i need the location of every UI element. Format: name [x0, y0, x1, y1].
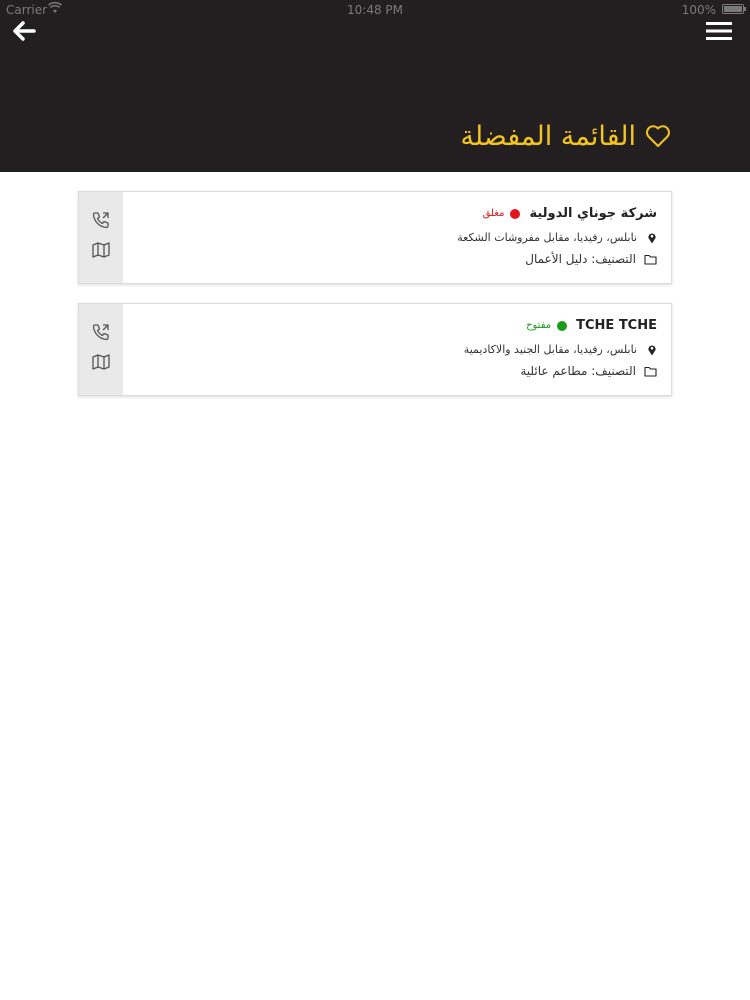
menu-button[interactable]	[706, 20, 732, 42]
card-actions	[79, 192, 123, 283]
arrow-left-icon	[13, 21, 36, 41]
company-name[interactable]: TCHE TCHE	[576, 318, 657, 333]
phone-icon	[92, 324, 109, 341]
address-text: نابلس، رفيديا، مقابل مفروشات الشكعة	[457, 231, 637, 244]
status-dot	[557, 320, 568, 331]
category-text: التصنيف: دليل الأعمال	[525, 252, 636, 266]
address-row: نابلس، رفيديا، مقابل مفروشات الشكعة	[457, 231, 657, 244]
favorite-card[interactable]: شركة جوناي الدولية مغلق نابلس، رفيديا، م…	[78, 191, 672, 284]
map-pin-icon	[648, 345, 656, 355]
back-button[interactable]	[12, 18, 38, 44]
map-button[interactable]	[91, 240, 111, 260]
status-bar: Carrier 10:48 PM 100%	[0, 0, 750, 20]
page-title: القائمة المفضلة	[460, 120, 636, 152]
status-dot	[510, 208, 521, 219]
status-badge: مفتوح	[526, 320, 552, 331]
map-button[interactable]	[91, 352, 111, 372]
heart-outline-icon	[646, 125, 670, 147]
card-actions	[79, 304, 123, 395]
folder-icon	[644, 254, 657, 265]
card-title-row: TCHE TCHE مفتوح	[526, 318, 657, 333]
map-icon	[92, 354, 110, 370]
category-row: التصنيف: دليل الأعمال	[525, 252, 657, 266]
map-pin-icon	[648, 233, 656, 243]
category-row: التصنيف: مطاعم عائلية	[520, 364, 657, 378]
page-title-wrap: القائمة المفضلة	[460, 116, 672, 156]
favorite-card[interactable]: TCHE TCHE مفتوح نابلس، رفيديا، مقابل الج…	[78, 303, 672, 396]
hamburger-menu-icon	[706, 22, 732, 40]
battery-label: 100%	[681, 3, 716, 17]
address-text: نابلس، رفيديا، مقابل الجنيد والاكاديمية	[463, 343, 637, 356]
call-button[interactable]	[91, 322, 111, 342]
status-badge: مغلق	[482, 208, 505, 219]
clock-label: 10:48 PM	[347, 3, 403, 17]
map-icon	[92, 242, 110, 258]
category-text: التصنيف: مطاعم عائلية	[520, 364, 636, 378]
address-row: نابلس، رفيديا، مقابل الجنيد والاكاديمية	[464, 343, 657, 356]
battery-icon	[722, 4, 746, 14]
phone-icon	[92, 212, 109, 229]
company-name[interactable]: شركة جوناي الدولية	[529, 206, 657, 221]
card-title-row: شركة جوناي الدولية مغلق	[483, 206, 657, 221]
call-button[interactable]	[91, 210, 111, 230]
app-header: Carrier 10:48 PM 100% القائمة المفضلة	[0, 0, 750, 172]
folder-icon	[644, 366, 657, 377]
